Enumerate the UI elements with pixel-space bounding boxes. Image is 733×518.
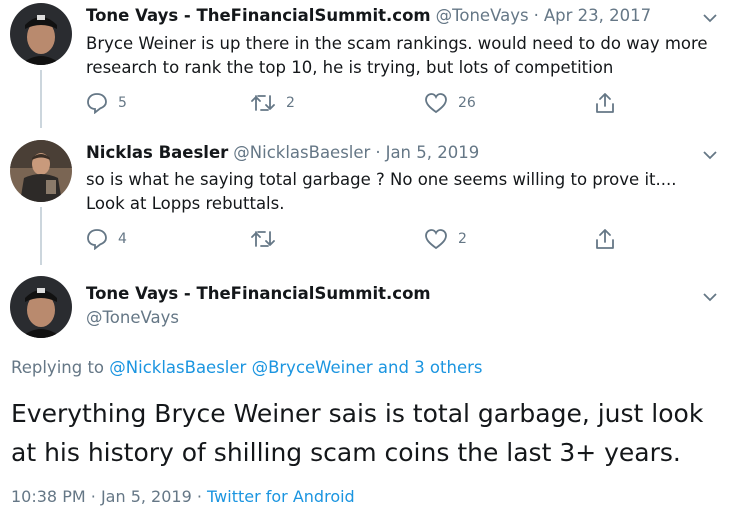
avatar[interactable] — [10, 3, 72, 65]
mention-link[interactable]: @NicklasBaesler — [109, 358, 246, 377]
tweet-date[interactable]: Jan 5, 2019 — [386, 143, 480, 162]
thread-line — [40, 207, 42, 265]
replying-to: Replying to @NicklasBaesler @BryceWeiner… — [11, 358, 483, 377]
tweet-date[interactable]: Jan 5, 2019 — [101, 487, 192, 506]
mention-link[interactable]: @BryceWeiner — [252, 358, 373, 377]
author-handle[interactable]: @NicklasBaesler — [233, 143, 370, 162]
separator: · — [90, 487, 96, 506]
share-icon — [594, 91, 616, 115]
author-handle[interactable]: @ToneVays — [86, 308, 179, 327]
tweet-header: Nicklas Baesler @NicklasBaesler · Jan 5,… — [86, 143, 479, 162]
tweet-text: so is what he saying total garbage ? No … — [86, 168, 676, 216]
author-name[interactable]: Tone Vays - TheFinancialSummit.com — [86, 6, 431, 25]
chevron-down-icon[interactable] — [703, 8, 717, 27]
reply-count: 5 — [118, 95, 127, 111]
tweet-text-line: Look at Lopps rebuttals. — [86, 194, 285, 213]
tweet-header: Tone Vays - TheFinancialSummit.com @Tone… — [86, 6, 651, 25]
author-name[interactable]: Tone Vays - TheFinancialSummit.com — [86, 284, 431, 303]
chevron-down-icon[interactable] — [703, 145, 717, 164]
thread-line — [40, 70, 42, 128]
like-count: 2 — [458, 231, 467, 247]
like-button[interactable]: 2 — [424, 228, 467, 250]
author-handle[interactable]: @ToneVays — [436, 6, 529, 25]
share-icon — [594, 227, 616, 251]
avatar[interactable] — [10, 276, 72, 338]
retweet-icon — [250, 228, 276, 250]
tweet-text: Bryce Weiner is up there in the scam ran… — [86, 32, 708, 80]
like-icon — [424, 92, 448, 114]
retweet-count: 2 — [286, 95, 295, 111]
focused-tweet-text: Everything Bryce Weiner sais is total ga… — [11, 394, 703, 472]
separator: · — [533, 6, 539, 25]
reply-button[interactable]: 4 — [86, 228, 127, 250]
retweet-button[interactable] — [250, 228, 286, 250]
tweet-text-line: at his history of shilling scam coins th… — [11, 438, 681, 467]
like-icon — [424, 228, 448, 250]
reply-icon — [86, 92, 108, 114]
author-name[interactable]: Nicklas Baesler — [86, 143, 228, 162]
tweet-source[interactable]: Twitter for Android — [207, 487, 355, 506]
reply-button[interactable]: 5 — [86, 92, 127, 114]
replying-prefix: Replying to — [11, 358, 105, 377]
tweet-text-line: Everything Bryce Weiner sais is total ga… — [11, 399, 704, 428]
tweet-footer: 10:38 PM · Jan 5, 2019 · Twitter for And… — [11, 487, 355, 506]
share-button[interactable] — [594, 227, 616, 251]
avatar[interactable] — [10, 140, 72, 202]
like-button[interactable]: 26 — [424, 92, 476, 114]
retweet-icon — [250, 92, 276, 114]
separator: · — [196, 487, 202, 506]
reply-icon — [86, 228, 108, 250]
reply-count: 4 — [118, 231, 127, 247]
others-link[interactable]: and 3 others — [378, 358, 483, 377]
share-button[interactable] — [594, 91, 616, 115]
tweet-text-line: research to rank the top 10, he is tryin… — [86, 58, 614, 77]
tweet-text-line: Bryce Weiner is up there in the scam ran… — [86, 34, 708, 53]
separator: · — [375, 143, 381, 162]
retweet-button[interactable]: 2 — [250, 92, 295, 114]
tweet-text-line: so is what he saying total garbage ? No … — [86, 170, 677, 189]
tweet-time[interactable]: 10:38 PM — [11, 487, 86, 506]
tweet-date[interactable]: Apr 23, 2017 — [544, 6, 651, 25]
like-count: 26 — [458, 95, 476, 111]
chevron-down-icon[interactable] — [703, 287, 717, 306]
